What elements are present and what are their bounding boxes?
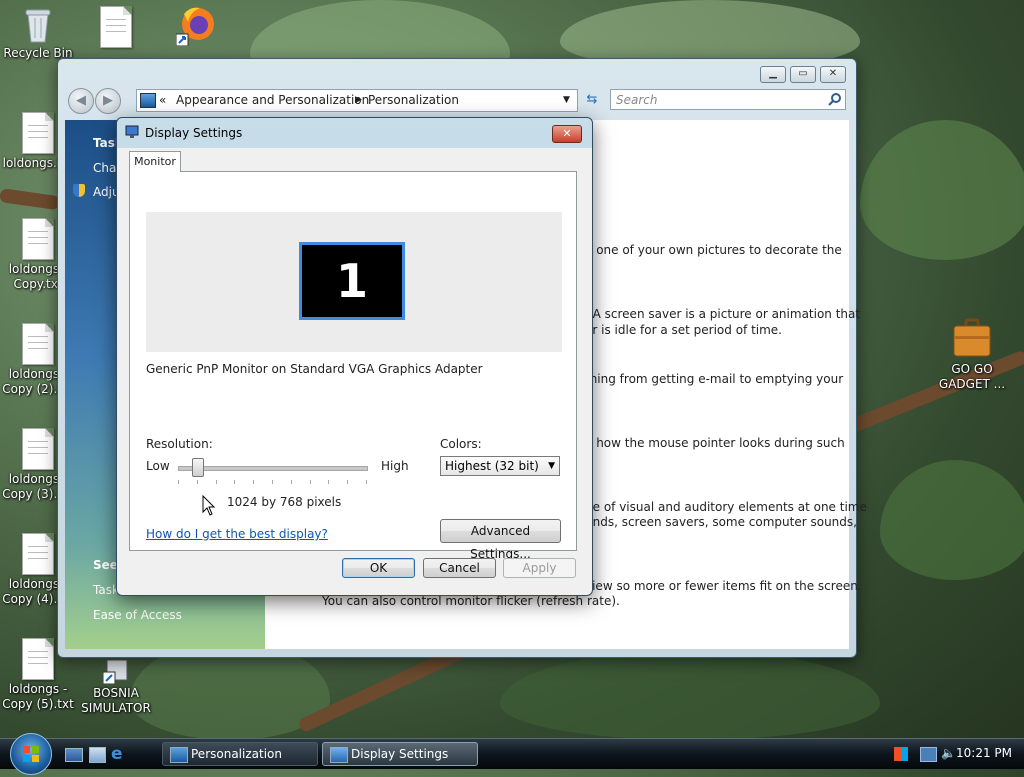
desktop-icon-text-file[interactable] [80, 6, 152, 50]
text-file-icon [22, 323, 54, 365]
slider-tick [178, 480, 179, 484]
maximize-button[interactable]: ▭ [790, 66, 816, 83]
slider-tick [291, 480, 292, 484]
close-button[interactable]: ✕ [820, 66, 846, 83]
apply-button[interactable]: Apply [503, 558, 576, 578]
internet-explorer-icon[interactable]: e [111, 745, 129, 763]
sounds-description: thing from getting e-mail to emptying yo… [585, 372, 844, 386]
switch-windows-icon[interactable] [89, 747, 106, 763]
display-settings-icon [330, 747, 348, 763]
ok-button[interactable]: OK [342, 558, 415, 578]
display-settings-description: view so more or fewer items fit on the s… [585, 579, 862, 593]
mouse-pointers-description: e how the mouse pointer looks during suc… [585, 436, 845, 450]
resolution-label: Resolution: [146, 437, 213, 451]
resolution-low-label: Low [146, 459, 170, 473]
search-icon[interactable] [828, 92, 842, 106]
recycle-bin-icon [23, 4, 53, 44]
breadcrumb-separator-icon: ▶ [355, 95, 362, 105]
resolution-value: 1024 by 768 pixels [227, 495, 342, 509]
text-file-icon [22, 218, 54, 260]
dialog-body: Monitor 1 Generic PnP Monitor on Standar… [117, 148, 592, 595]
desktop-background-description: e one of your own pictures to decorate t… [585, 243, 842, 257]
chevron-down-icon[interactable]: ▼ [563, 95, 570, 105]
desktop-icon-label: GO GO GADGET ... [938, 362, 1006, 391]
resolution-slider-thumb[interactable] [192, 458, 204, 477]
control-panel-icon [170, 747, 188, 763]
search-input[interactable]: Search [610, 89, 846, 110]
taskbar-item-label: Display Settings [351, 747, 449, 761]
forward-button[interactable]: ▶ [95, 88, 121, 114]
resolution-slider-track[interactable] [178, 466, 368, 471]
text-file-icon [22, 112, 54, 154]
refresh-button[interactable]: ⇆ [582, 90, 602, 110]
start-button[interactable] [10, 733, 52, 775]
taskbar: e Personalization Display Settings 🔈 10:… [0, 733, 1024, 775]
dialog-close-button[interactable]: ✕ [552, 125, 582, 143]
desktop-icon-label: loldongs - Copy (5).txt [2, 682, 74, 711]
desktop-icon-go-go-gadget[interactable]: GO GO GADGET ... [936, 318, 1008, 392]
colors-dropdown[interactable]: Highest (32 bit) ▼ [440, 456, 560, 476]
theme-description: ge of visual and auditory elements at on… [585, 500, 867, 514]
text-file-icon [22, 428, 54, 470]
tab-monitor[interactable]: Monitor [129, 151, 181, 172]
monitor-description: Generic PnP Monitor on Standard VGA Grap… [146, 362, 483, 376]
desktop-icon-firefox[interactable] [160, 4, 232, 48]
firefox-icon [175, 4, 216, 47]
slider-tick [253, 480, 254, 484]
breadcrumb-appearance[interactable]: Appearance and Personalization [176, 93, 369, 107]
desktop-icon-bosnia-simulator[interactable]: BOSNIA SIMULATOR [80, 658, 152, 716]
briefcase-icon [951, 318, 993, 360]
dialog-title: Display Settings [145, 126, 243, 140]
display-settings-dialog: Display Settings ✕ Monitor 1 Generic PnP… [116, 117, 593, 596]
resolution-high-label: High [381, 459, 409, 473]
monitor-tab-page: 1 Generic PnP Monitor on Standard VGA Gr… [129, 171, 577, 561]
chevron-down-icon: ▼ [548, 461, 555, 471]
slider-tick [310, 480, 311, 484]
back-button[interactable]: ◀ [68, 88, 94, 114]
shortcut-icon [102, 658, 129, 685]
clock[interactable]: 10:21 PM [956, 746, 1012, 760]
control-panel-icon [140, 93, 156, 108]
slider-tick [347, 480, 348, 484]
slider-tick [272, 480, 273, 484]
text-file-icon [22, 533, 54, 575]
show-desktop-icon[interactable] [65, 748, 83, 762]
monitor-arrangement-area: 1 [146, 212, 562, 352]
taskbar-item-personalization[interactable]: Personalization [162, 742, 318, 766]
slider-tick [197, 480, 198, 484]
desktop-icon-label: BOSNIA SIMULATOR [81, 686, 151, 715]
minimize-button[interactable]: ▁ [760, 66, 786, 83]
slider-tick [328, 480, 329, 484]
desktop-icon-recycle-bin[interactable]: Recycle Bin [2, 4, 74, 61]
shield-icon [73, 184, 85, 197]
advanced-settings-button[interactable]: Advanced Settings... [440, 519, 561, 561]
breadcrumb-personalization[interactable]: Personalization [368, 93, 459, 107]
windows-logo-icon [23, 746, 39, 762]
monitor-1-tile[interactable]: 1 [299, 242, 405, 320]
colors-selected-value: Highest (32 bit) [445, 459, 539, 473]
slider-tick [216, 480, 217, 484]
text-file-icon [22, 638, 54, 680]
best-display-help-link[interactable]: How do I get the best display? [146, 527, 328, 541]
cancel-button[interactable]: Cancel [423, 558, 496, 578]
display-settings-icon [125, 125, 139, 139]
theme-description-2: unds, screen savers, some computer sound… [585, 515, 857, 529]
breadcrumb-overflow-icon[interactable]: « [159, 93, 166, 107]
slider-tick [366, 480, 367, 484]
volume-icon[interactable]: 🔈 [941, 746, 956, 761]
address-bar[interactable]: « Appearance and Personalization ▶ Perso… [136, 89, 578, 112]
taskbar-item-label: Personalization [191, 747, 282, 761]
screen-saver-description: . A screen saver is a picture or animati… [585, 307, 861, 321]
text-file-icon [100, 6, 132, 48]
mouse-cursor-icon [202, 494, 216, 517]
language-bar-icon[interactable] [894, 747, 908, 761]
ease-of-access-link[interactable]: Ease of Access [93, 608, 182, 622]
taskbar-item-display-settings[interactable]: Display Settings [322, 742, 478, 766]
colors-label: Colors: [440, 437, 482, 451]
network-icon[interactable] [920, 747, 937, 762]
screen-saver-description-2: er is idle for a set period of time. [585, 323, 782, 337]
slider-tick [234, 480, 235, 484]
